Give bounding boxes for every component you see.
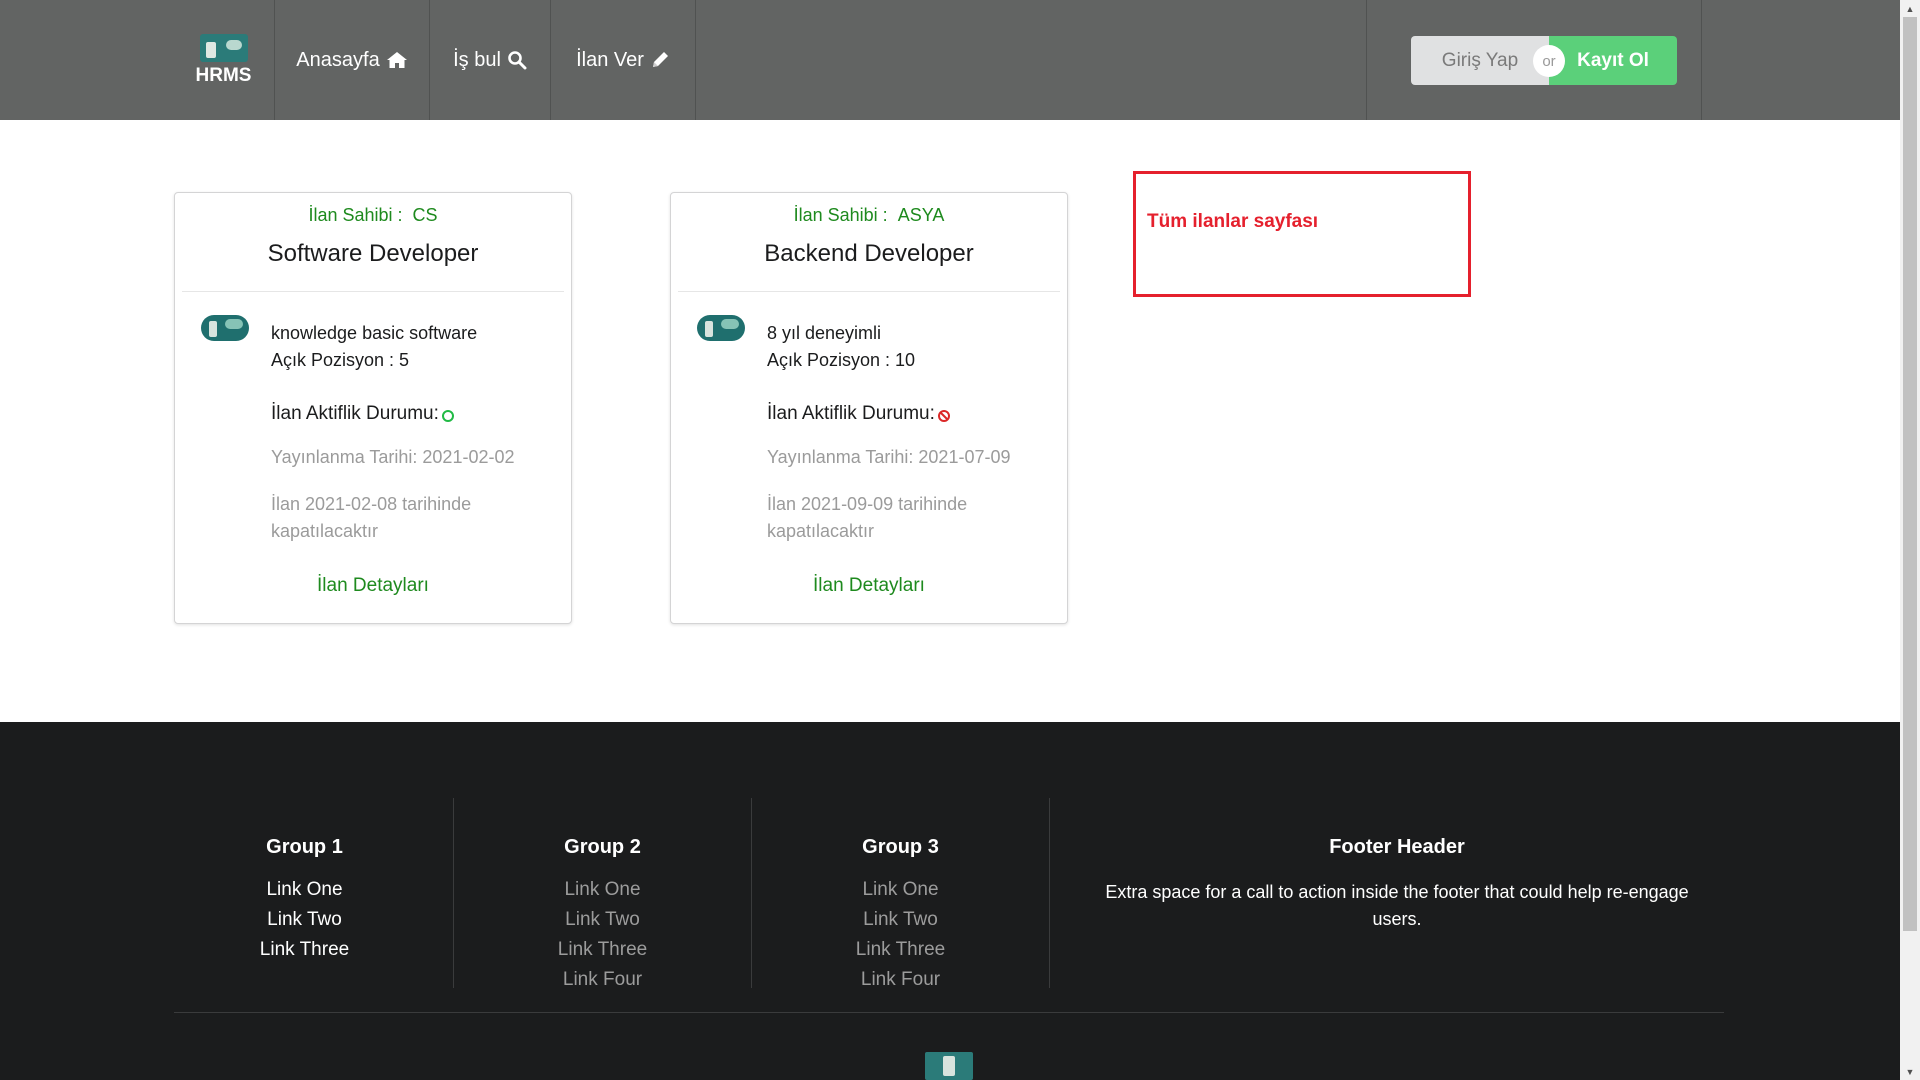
- nav-post-job[interactable]: İlan Ver: [551, 0, 696, 120]
- top-menu: HRMS Anasayfa İş bul İlan Ver Giriş Yap …: [0, 0, 1900, 120]
- employer-avatar: [697, 315, 745, 341]
- scroll-down-arrow-icon[interactable]: ▼: [1900, 1063, 1920, 1080]
- job-description: 8 yıl deneyimli: [767, 323, 882, 343]
- footer-link[interactable]: Link Four: [454, 965, 751, 995]
- owner-name: ASYA: [897, 205, 945, 225]
- search-icon: [507, 50, 527, 70]
- footer-cta: Footer Header Extra space for a call to …: [1050, 798, 1744, 933]
- pencil-icon: [650, 50, 670, 70]
- footer-group-1: Group 1 Link One Link Two Link Three: [156, 798, 454, 988]
- footer-group-3: Group 3 Link One Link Two Link Three Lin…: [752, 798, 1050, 990]
- card-divider: [678, 291, 1060, 292]
- status-row: İlan Aktiflik Durumu:: [271, 403, 455, 425]
- footer-link[interactable]: Link One: [752, 875, 1049, 905]
- card-owner: İlan Sahibi : CS: [175, 205, 571, 226]
- footer-group-title: Group 1: [266, 836, 343, 858]
- logo-image: [199, 33, 248, 62]
- footer-header: Footer Header: [1329, 836, 1465, 858]
- footer-group-title: Group 3: [862, 836, 939, 858]
- job-detail-link[interactable]: İlan Detayları: [671, 575, 1067, 597]
- open-positions: Açık Pozisyon : 10: [767, 350, 916, 370]
- owner-name: CS: [412, 205, 438, 225]
- nav-post-job-label: İlan Ver: [576, 48, 644, 71]
- footer-link[interactable]: Link Three: [454, 935, 751, 965]
- footer-link[interactable]: Link Two: [156, 905, 453, 935]
- job-description: knowledge basic software: [271, 323, 478, 343]
- footer-link[interactable]: Link One: [156, 875, 453, 905]
- circle-outline-icon: [441, 409, 455, 423]
- nav-home-label: Anasayfa: [296, 48, 380, 71]
- logo-text: HRMS: [195, 64, 252, 86]
- hrms-logo[interactable]: HRMS: [172, 0, 275, 120]
- footer-link[interactable]: Link Three: [752, 935, 1049, 965]
- annotation-box: Tüm ilanlar sayfası: [1133, 171, 1471, 297]
- footer-divider: [174, 1012, 1724, 1013]
- closing-date: İlan 2021-09-09 tarihinde kapatılacaktır: [767, 494, 968, 541]
- job-detail-link[interactable]: İlan Detayları: [175, 575, 571, 597]
- footer-group-2: Group 2 Link One Link Two Link Three Lin…: [454, 798, 752, 990]
- auth-buttons: Giriş Yap or Kayıt Ol: [1411, 36, 1677, 85]
- job-title: Software Developer: [267, 240, 479, 267]
- footer-link[interactable]: Link One: [454, 875, 751, 905]
- nav-separator: [1701, 0, 1702, 120]
- nav-find-job-label: İş bul: [453, 48, 501, 71]
- status-label: İlan Aktiflik Durumu:: [767, 403, 935, 424]
- footer-link[interactable]: Link Three: [156, 935, 453, 965]
- status-row: İlan Aktiflik Durumu:: [767, 403, 951, 425]
- closing-date: İlan 2021-02-08 tarihinde kapatılacaktır: [271, 494, 472, 541]
- footer-logo: [925, 1052, 973, 1080]
- ban-icon: [937, 409, 951, 423]
- publish-date: Yayınlanma Tarihi: 2021-07-09: [767, 447, 1011, 467]
- job-card: İlan Sahibi : ASYA Backend Developer 8 yı…: [670, 192, 1068, 624]
- nav-find-job[interactable]: İş bul: [430, 0, 551, 120]
- owner-label: İlan Sahibi :: [308, 205, 403, 225]
- footer-link[interactable]: Link Two: [752, 905, 1049, 935]
- footer-group-title: Group 2: [564, 836, 641, 858]
- register-button[interactable]: Kayıt Ol: [1549, 36, 1677, 85]
- job-card: İlan Sahibi : CS Software Developer knowl…: [174, 192, 572, 624]
- footer-cta-text: Extra space for a call to action inside …: [1105, 882, 1689, 929]
- scroll-up-arrow-icon[interactable]: ▲: [1900, 0, 1920, 17]
- card-divider: [182, 291, 564, 292]
- login-button[interactable]: Giriş Yap: [1411, 36, 1549, 85]
- scroll-thumb[interactable]: [1903, 17, 1917, 931]
- or-label: or: [1533, 45, 1565, 77]
- nav-home[interactable]: Anasayfa: [275, 0, 430, 120]
- footer-link[interactable]: Link Four: [752, 965, 1049, 995]
- job-title: Backend Developer: [764, 240, 974, 267]
- publish-date: Yayınlanma Tarihi: 2021-02-02: [271, 447, 515, 467]
- owner-label: İlan Sahibi :: [793, 205, 888, 225]
- footer-link[interactable]: Link Two: [454, 905, 751, 935]
- annotation-text: Tüm ilanlar sayfası: [1147, 211, 1319, 232]
- footer: Group 1 Link One Link Two Link Three Gro…: [0, 722, 1900, 1080]
- open-positions: Açık Pozisyon : 5: [271, 350, 410, 370]
- status-label: İlan Aktiflik Durumu:: [271, 403, 439, 424]
- scrollbar[interactable]: ▲ ▼: [1900, 0, 1920, 1080]
- home-icon: [386, 51, 408, 69]
- employer-avatar: [201, 315, 249, 341]
- nav-separator: [1366, 0, 1367, 120]
- card-owner: İlan Sahibi : ASYA: [671, 205, 1067, 226]
